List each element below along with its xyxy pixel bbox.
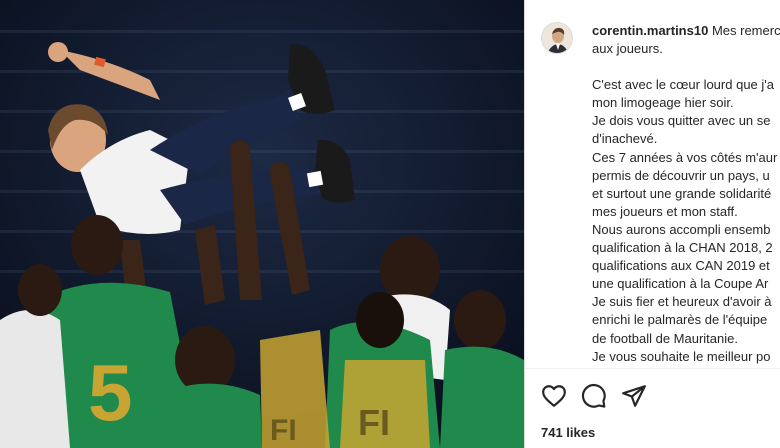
heart-icon (542, 385, 566, 407)
caption-line: Nous aurons accompli ensemb (592, 221, 771, 237)
jersey-number: 5 (88, 348, 133, 437)
caption-area[interactable]: corentin.martins10 Mes remerc aux joueur… (525, 0, 780, 368)
comment-button[interactable] (581, 383, 607, 409)
caption-line: mes joueurs et mon staff. (592, 203, 738, 219)
comment-icon (581, 383, 606, 408)
caption-line: une qualification à la Coupe Ar (592, 276, 769, 292)
celebration-photo: 5 FI FI (0, 0, 524, 448)
caption-line: d'inachevé. (592, 131, 658, 147)
caption-line: Mes remerc (711, 23, 780, 38)
caption-line: enrichi le palmarès de l'équipe (592, 312, 768, 328)
caption-line: C'est avec le cœur lourd que j'a (592, 77, 774, 93)
post-photo[interactable]: 5 FI FI (0, 0, 524, 448)
post-sidebar: corentin.martins10 Mes remerc aux joueur… (524, 0, 780, 448)
jersey-text-2: FI (270, 414, 297, 447)
caption-line: Je dois vous quitter avec un se (592, 113, 771, 129)
share-button[interactable] (621, 383, 647, 409)
post-caption: corentin.martins10 Mes remerc aux joueur… (592, 22, 780, 366)
caption-line: qualification à la CHAN 2018, 2 (592, 240, 773, 256)
caption-line: aux joueurs. (592, 41, 663, 57)
username-link[interactable]: corentin.martins10 (592, 23, 708, 38)
caption-line: Je vous souhaite le meilleur po (592, 348, 771, 364)
post-actions: 741 likes (525, 368, 780, 448)
caption-line: et surtout une grande solidarité (592, 185, 772, 201)
caption-line: permis de découvrir un pays, u (592, 167, 770, 183)
paper-plane-icon (622, 385, 646, 407)
caption-line: Ces 7 années à vos côtés m'aur (592, 149, 778, 165)
caption-line: de football de Mauritanie. (592, 330, 738, 346)
avatar[interactable] (541, 22, 573, 54)
caption-line: Je suis fier et heureux d'avoir à (592, 294, 772, 310)
likes-count[interactable]: 741 likes (541, 425, 595, 440)
avatar-image (542, 23, 572, 53)
caption-line: qualifications aux CAN 2019 et (592, 258, 770, 274)
like-button[interactable] (541, 383, 567, 409)
caption-line: mon limogeage hier soir. (592, 95, 734, 111)
jersey-text: FI (358, 402, 390, 443)
